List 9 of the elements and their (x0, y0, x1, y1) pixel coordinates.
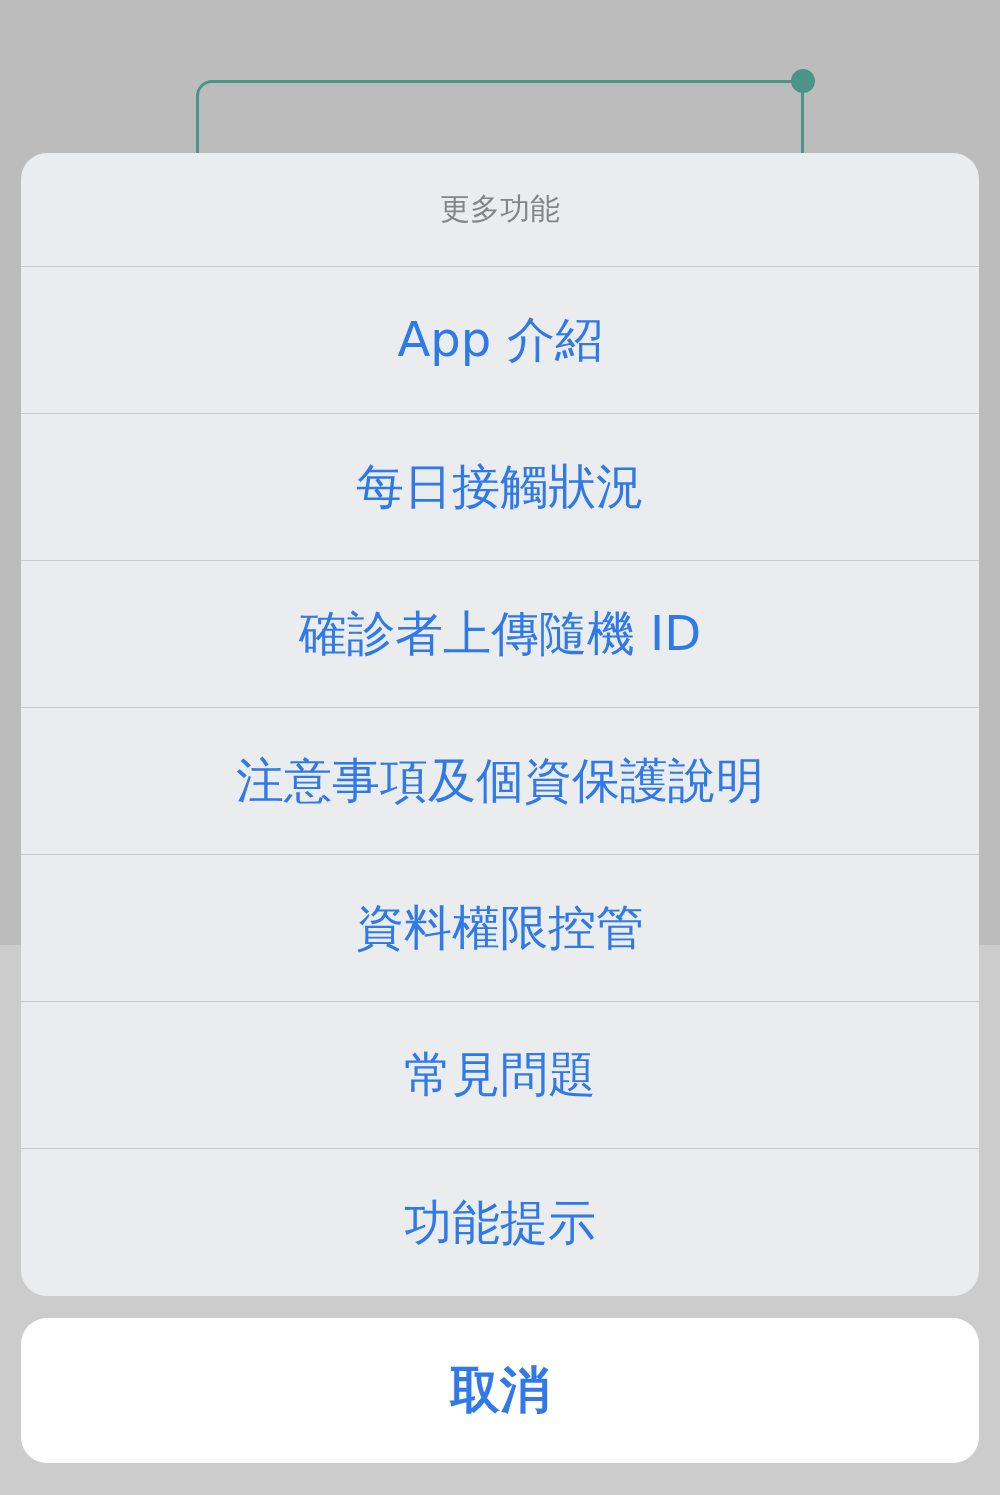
cancel-button[interactable]: 取消 (21, 1318, 979, 1463)
menu-item[interactable]: 確診者上傳隨機 ID (21, 561, 979, 708)
sheet-title: 更多功能 (21, 153, 979, 267)
menu-item[interactable]: 常見問題 (21, 1002, 979, 1149)
menu-item[interactable]: 注意事項及個資保護說明 (21, 708, 979, 855)
menu-item[interactable]: 功能提示 (21, 1149, 979, 1296)
menu-item[interactable]: 每日接觸狀況 (21, 414, 979, 561)
menu-item[interactable]: 資料權限控管 (21, 855, 979, 1002)
menu-item[interactable]: App 介紹 (21, 267, 979, 414)
